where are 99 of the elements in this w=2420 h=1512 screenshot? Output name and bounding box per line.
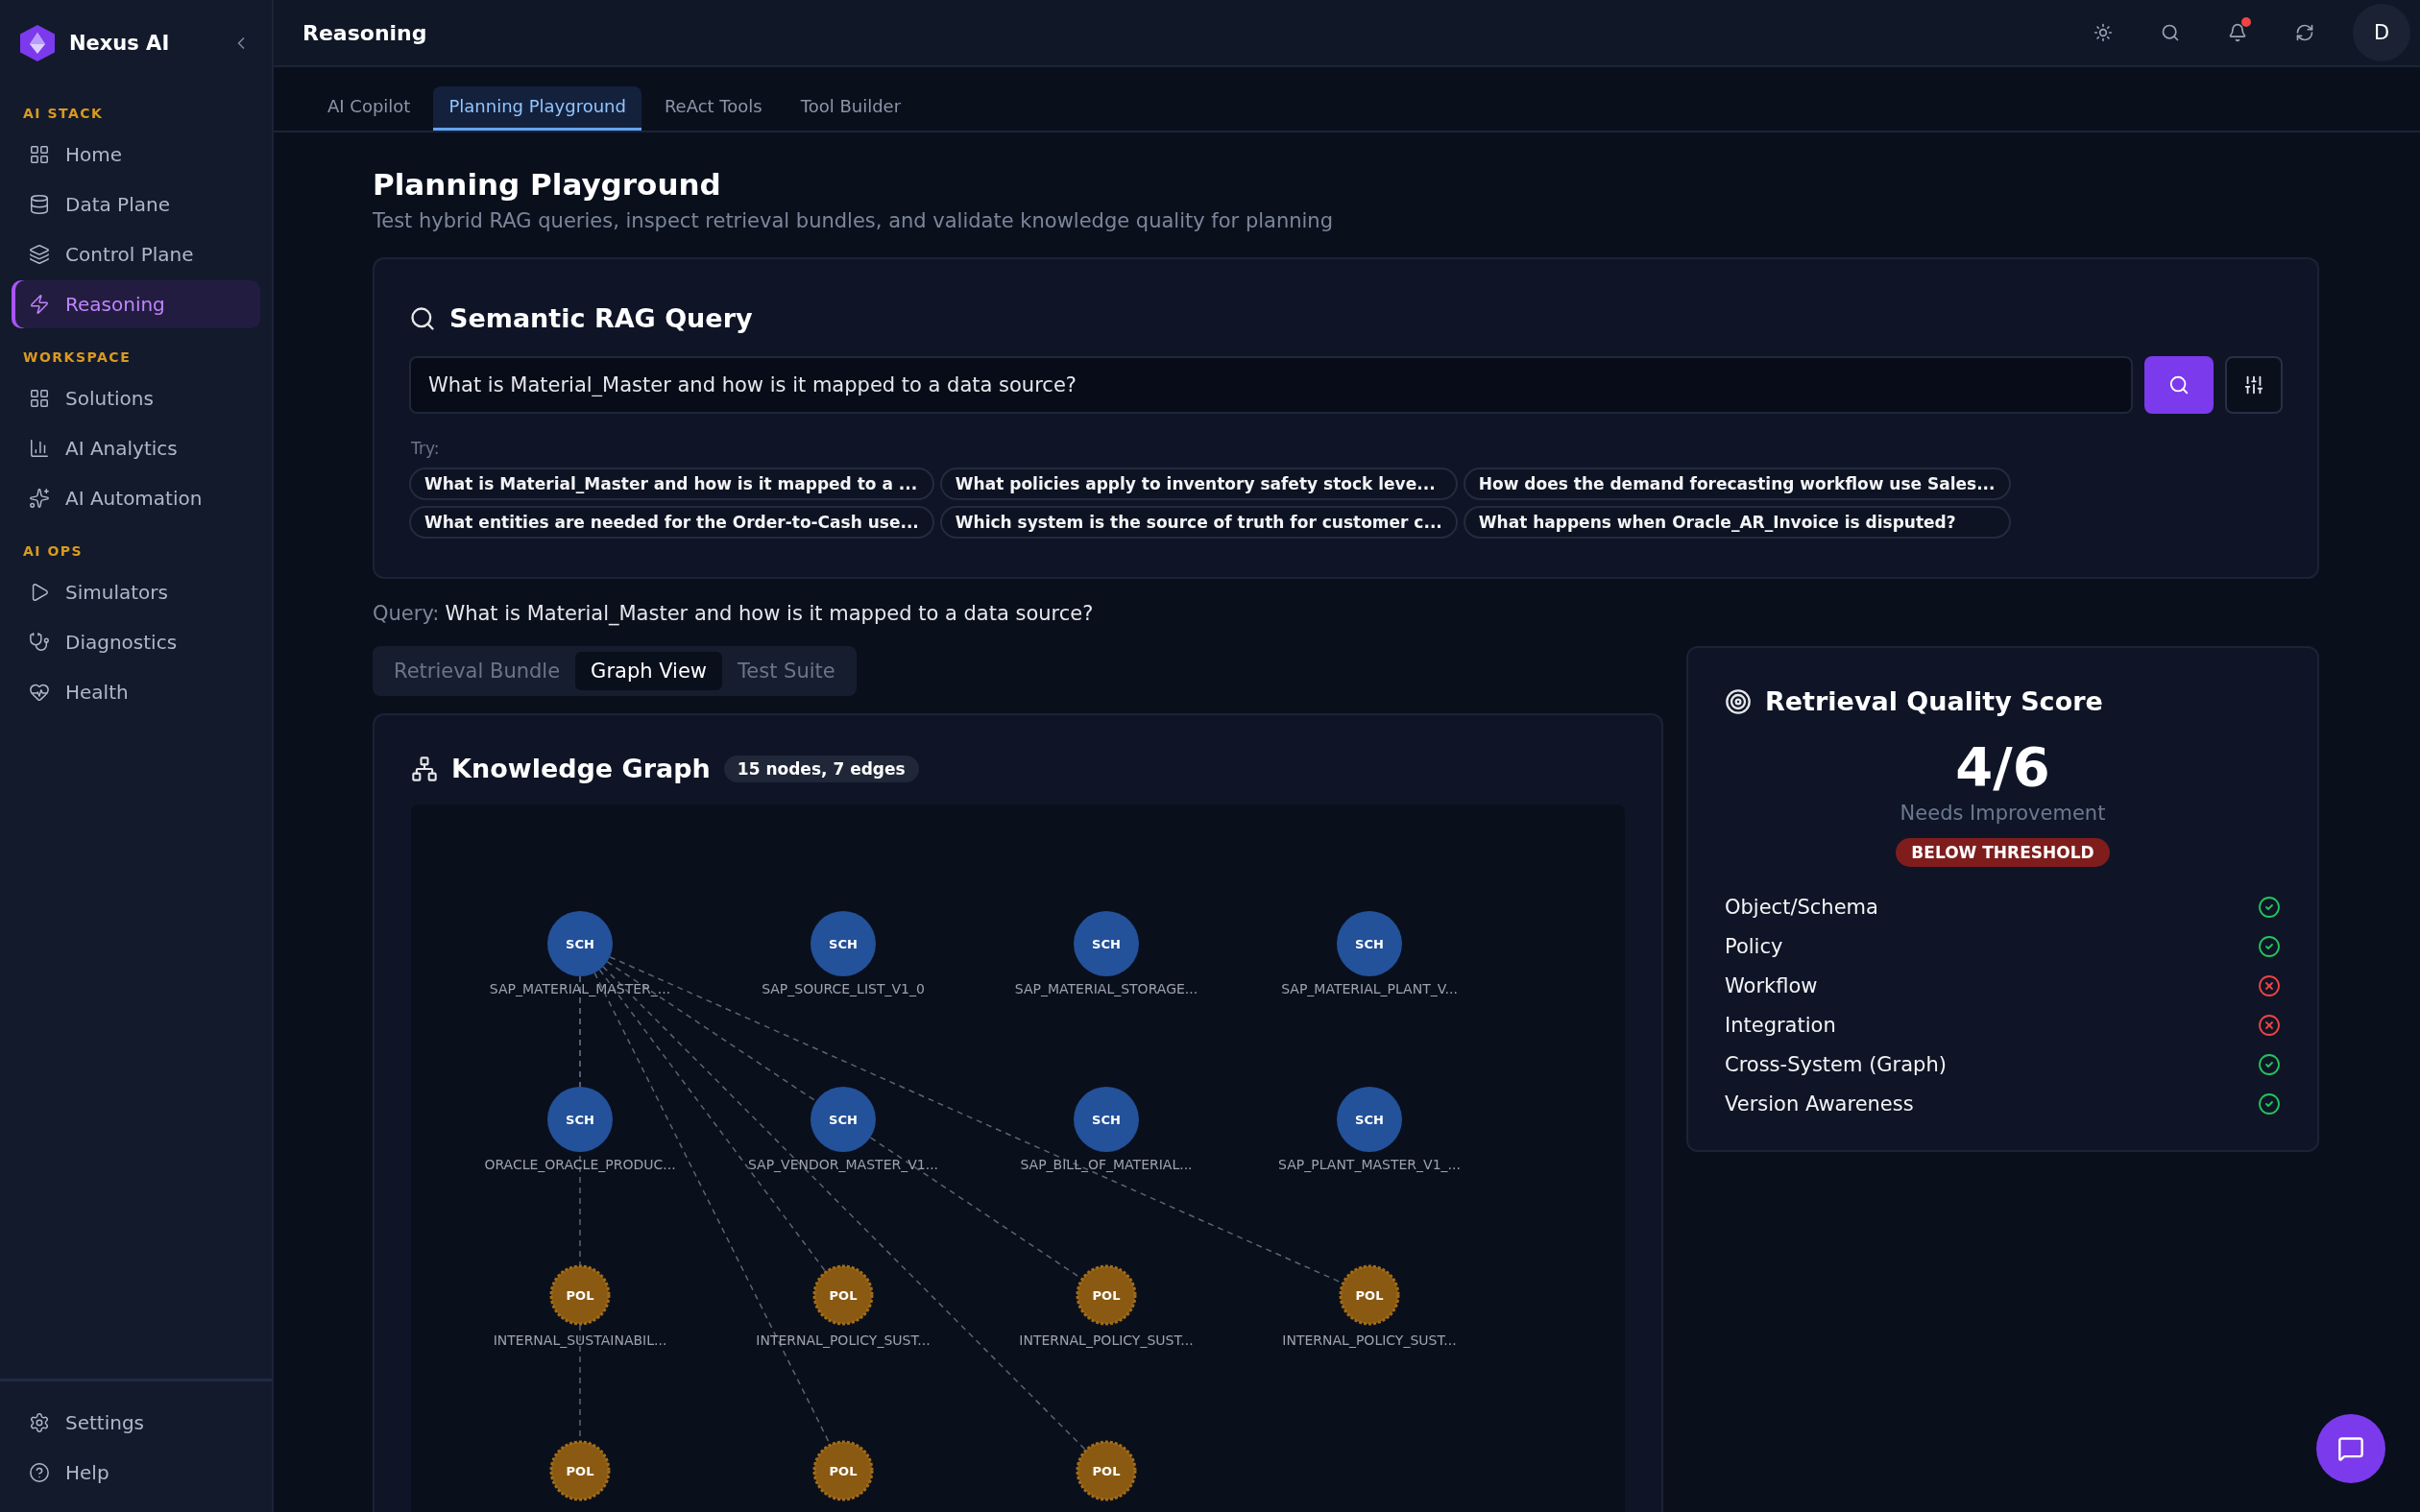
node-label: INTERNAL_SUSTAINABIL... xyxy=(493,1332,667,1348)
node-label: SAP_SOURCE_LIST_V1_0 xyxy=(762,981,925,996)
node-label: SAP_MATERIAL_STORAGE... xyxy=(1014,981,1198,996)
database-icon xyxy=(29,194,50,215)
check-label: Integration xyxy=(1725,1014,1836,1037)
nav-item[interactable]: Help xyxy=(12,1449,260,1497)
sparkles-icon xyxy=(29,488,50,509)
search-icon xyxy=(409,304,436,332)
card-title: Retrieval Quality Score xyxy=(1765,686,2103,716)
suggestion-chip[interactable]: What is Material_Master and how is it mapped to a ... xyxy=(409,468,934,500)
schema-node[interactable]: SCH xyxy=(547,911,613,976)
section-title: AI OPS xyxy=(22,542,85,561)
filter-button[interactable] xyxy=(2225,356,2283,414)
schema-node[interactable]: SCH xyxy=(1074,1087,1139,1152)
user-avatar[interactable]: D xyxy=(2353,4,2410,61)
check-label: Object/Schema xyxy=(1725,896,1878,919)
chart-icon xyxy=(29,438,50,459)
policy-node[interactable]: POL xyxy=(812,1440,874,1501)
nav-item[interactable]: AI Analytics xyxy=(12,424,260,472)
schema-node[interactable]: SCH xyxy=(1074,911,1139,976)
nav-item[interactable]: Solutions xyxy=(12,374,260,422)
node-label: SAP_VENDOR_MASTER_V1... xyxy=(747,1157,939,1172)
grid-icon xyxy=(29,388,50,409)
suggestion-chip[interactable]: What entities are needed for the Order-to-Cash use... xyxy=(409,506,934,539)
score-verdict: Needs Improvement xyxy=(1899,802,2107,825)
nav-item[interactable]: Home xyxy=(12,131,260,179)
nav-item[interactable]: Data Plane xyxy=(12,180,260,228)
sliders-icon xyxy=(2243,374,2264,396)
brand-name: Nexus AI xyxy=(69,32,171,55)
schema-node[interactable]: SCH xyxy=(1337,1087,1402,1152)
query-input[interactable]: What is Material_Master and how is it mapped to a data source? xyxy=(409,356,2133,414)
chat-icon xyxy=(2337,1435,2364,1462)
search-icon xyxy=(2168,374,2190,396)
node-label: INTERNAL_POLICY_SUST... xyxy=(1019,1332,1194,1348)
tab[interactable]: Tool Builder xyxy=(785,86,917,131)
check-label: Workflow xyxy=(1725,974,1818,997)
count-badge: 15 nodes, 7 edges xyxy=(723,755,919,782)
nav-item[interactable]: Diagnostics xyxy=(12,618,260,666)
check-label: Version Awareness xyxy=(1725,1092,1914,1116)
schema-node[interactable]: SCH xyxy=(811,1087,876,1152)
section-title: WORKSPACE xyxy=(22,348,133,367)
query-line: Query: What is Material_Master and how is it mapped to a data source? xyxy=(373,602,1095,625)
policy-node[interactable]: POL xyxy=(1339,1264,1400,1326)
page-subtitle: Test hybrid RAG queries, inspect retrieval bundles, and validate knowledge quality for planning xyxy=(373,209,1334,232)
try-label: Try: xyxy=(411,439,441,458)
section-title: AI STACK xyxy=(22,105,105,123)
policy-node[interactable]: POL xyxy=(549,1440,611,1501)
schema-node[interactable]: SCH xyxy=(547,1087,613,1152)
node-label: ORACLE_ORACLE_PRODUC... xyxy=(484,1157,676,1172)
policy-node[interactable]: POL xyxy=(812,1264,874,1326)
schema-node[interactable]: SCH xyxy=(1337,911,1402,976)
sun-icon xyxy=(2093,23,2113,42)
refresh-icon xyxy=(2295,23,2314,42)
nav-item[interactable]: Control Plane xyxy=(12,230,260,278)
threshold-badge: BELOW THRESHOLD xyxy=(1896,838,2110,867)
check-label: Cross-System (Graph) xyxy=(1725,1053,1947,1076)
nav-item[interactable]: Simulators xyxy=(12,568,260,616)
card-title: Semantic RAG Query xyxy=(449,303,753,333)
bell-icon xyxy=(2228,23,2247,42)
policy-node[interactable]: POL xyxy=(1076,1440,1137,1501)
view-tab[interactable]: Retrieval Bundle xyxy=(378,652,576,690)
node-label: SAP_PLANT_MASTER_V1_... xyxy=(1278,1157,1461,1172)
nav-item[interactable]: Settings xyxy=(12,1399,260,1447)
check-label: Policy xyxy=(1725,935,1783,958)
settings-icon xyxy=(29,1412,50,1433)
nav-item[interactable]: Reasoning xyxy=(12,280,260,328)
logo-icon xyxy=(19,24,56,62)
view-tab[interactable]: Graph View xyxy=(575,652,723,690)
nav-item[interactable]: Health xyxy=(12,668,260,716)
tab[interactable]: ReAct Tools xyxy=(648,86,778,131)
node-label: SAP_MATERIAL_PLANT_V... xyxy=(1281,981,1458,996)
node-label: SAP_BILL_OF_MATERIAL... xyxy=(1020,1157,1193,1172)
view-tab[interactable]: Test Suite xyxy=(722,652,851,690)
tab[interactable]: AI Copilot xyxy=(312,86,426,131)
nav-item[interactable]: AI Automation xyxy=(12,474,260,522)
policy-node[interactable]: POL xyxy=(549,1264,611,1326)
node-label: INTERNAL_POLICY_SUST... xyxy=(1282,1332,1457,1348)
node-label: INTERNAL_POLICY_SUST... xyxy=(756,1332,931,1348)
help-icon xyxy=(29,1462,50,1483)
tab[interactable]: Planning Playground xyxy=(433,86,641,131)
suggestion-chip[interactable]: Which system is the source of truth for customer c... xyxy=(939,506,1458,539)
page-header-title: Reasoning xyxy=(302,20,428,45)
suggestion-chip[interactable]: What policies apply to inventory safety stock leve... xyxy=(939,468,1458,500)
suggestion-chip[interactable]: What happens when Oracle_AR_Invoice is disputed? xyxy=(1463,506,2011,539)
score-value: 4/6 xyxy=(1954,735,2051,798)
suggestion-chip[interactable]: How does the demand forecasting workflow use Sales... xyxy=(1463,468,2011,500)
zap-icon xyxy=(29,294,50,315)
schema-node[interactable]: SCH xyxy=(811,911,876,976)
network-icon xyxy=(411,755,438,782)
card-title: Knowledge Graph xyxy=(451,754,711,783)
policy-node[interactable]: POL xyxy=(1076,1264,1137,1326)
heart-icon xyxy=(29,682,50,703)
page-title: Planning Playground xyxy=(373,167,722,202)
target-icon xyxy=(1725,687,1752,715)
search-button[interactable] xyxy=(2144,356,2214,414)
stethoscope-icon xyxy=(29,632,50,653)
search-icon xyxy=(2161,23,2180,42)
grid-icon xyxy=(29,144,50,165)
layers-icon xyxy=(29,244,50,265)
